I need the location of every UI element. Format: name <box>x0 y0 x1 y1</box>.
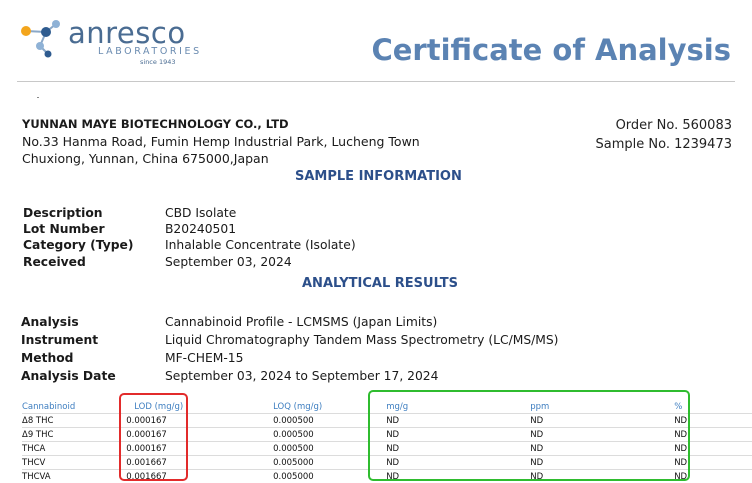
brand-since: since 1943 <box>140 58 176 66</box>
field-label: Method <box>21 351 74 365</box>
cannabinoid-cell: Δ9 THC <box>22 427 127 442</box>
field-label: Description <box>23 206 103 220</box>
sample-information-title: SAMPLE INFORMATION <box>295 169 462 184</box>
field-label: Instrument <box>21 333 99 347</box>
field-value: MF-CHEM-15 <box>165 351 244 365</box>
loq-cell: 0.005000 <box>273 455 379 470</box>
loq-cell: 0.000500 <box>273 413 379 428</box>
cannabinoid-cell: THCVA <box>22 469 127 483</box>
sample-number: Sample No. 1239473 <box>595 137 733 152</box>
cannabinoid-cell: Δ8 THC <box>22 413 127 428</box>
analytical-results-fields: Analysis Cannabinoid Profile - LCMSMS (J… <box>21 314 581 386</box>
cannabinoid-cell: THCV <box>22 455 127 470</box>
results-highlight-box <box>368 390 690 481</box>
field-value: B20240501 <box>165 222 237 236</box>
brand-name: anresco <box>68 16 186 50</box>
loq-cell: 0.000500 <box>273 427 379 442</box>
field-label: Received <box>23 255 86 269</box>
order-number: Order No. 560083 <box>615 118 732 133</box>
field-value: CBD Isolate <box>165 206 237 220</box>
loq-cell: 0.005000 <box>273 469 379 483</box>
field-value: September 03, 2024 <box>165 255 292 269</box>
document-title: Certificate of Analysis <box>371 33 731 67</box>
client-name: YUNNAN MAYE BIOTECHNOLOGY CO., LTD <box>22 117 289 131</box>
client-block: YUNNAN MAYE BIOTECHNOLOGY CO., LTD No.33… <box>22 116 420 167</box>
field-value: September 03, 2024 to September 17, 2024 <box>165 369 439 383</box>
column-header-cannabinoid: Cannabinoid <box>22 401 76 412</box>
field-label: Analysis <box>21 315 79 329</box>
field-value: Liquid Chromatography Tandem Mass Spectr… <box>165 333 559 347</box>
anresco-logo: anresco LABORATORIES since 1943 <box>18 16 199 68</box>
field-value: Inhalable Concentrate (Isolate) <box>165 238 356 252</box>
field-label: Category (Type) <box>23 238 134 252</box>
cannabinoid-cell: THCA <box>22 441 127 456</box>
molecule-icon <box>21 20 60 58</box>
order-block: Order No. 560083 Sample No. 1239473 <box>596 116 733 154</box>
field-label: Analysis Date <box>21 369 116 383</box>
sample-information-fields: Description CBD Isolate Lot Number B2024… <box>23 205 523 275</box>
client-address-line1: No.33 Hanma Road, Fumin Hemp Industrial … <box>22 134 420 149</box>
loq-cell: 0.000500 <box>273 441 379 456</box>
field-value: Cannabinoid Profile - LCMSMS (Japan Limi… <box>165 315 438 329</box>
field-label: Lot Number <box>23 222 105 236</box>
brand-subtitle: LABORATORIES <box>98 46 202 57</box>
header-divider <box>17 81 735 82</box>
mark-dot <box>37 97 39 98</box>
column-header-loq: LOQ (mg/g) <box>273 401 323 412</box>
lod-highlight-box <box>119 393 188 481</box>
client-address-line2: Chuxiong, Yunnan, China 675000,Japan <box>22 151 269 166</box>
analytical-results-title: ANALYTICAL RESULTS <box>302 276 458 291</box>
